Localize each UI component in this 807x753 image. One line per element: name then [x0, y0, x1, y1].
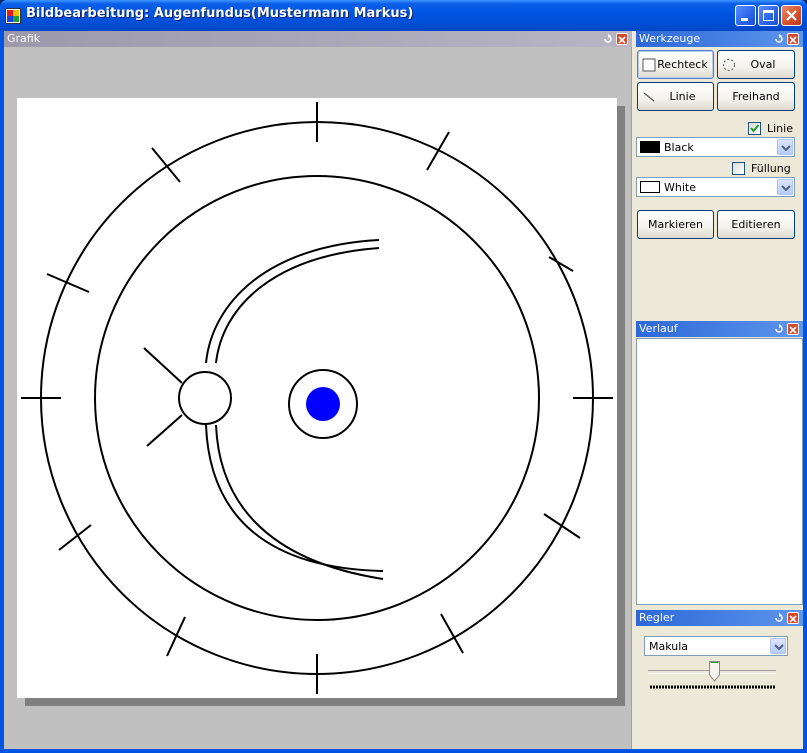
application-window: Bildbearbeitung: Augenfundus(Mustermann …: [0, 0, 807, 753]
oval-label: Oval: [750, 58, 776, 71]
fill-color-swatch: [640, 181, 660, 193]
werkzeuge-pane-close-button[interactable]: [787, 33, 799, 45]
regler-select[interactable]: Makula: [644, 636, 788, 656]
fill-color-dropdown-button[interactable]: [777, 179, 793, 195]
maximize-button[interactable]: [758, 5, 779, 26]
grafik-pane-close-button[interactable]: [616, 33, 628, 45]
fuellung-checkbox[interactable]: [732, 162, 745, 175]
pane-restore-icon[interactable]: [773, 323, 785, 335]
chevron-down-icon: [781, 185, 791, 191]
drawing-canvas[interactable]: [17, 98, 617, 698]
fill-color-value: White: [664, 181, 696, 194]
werkzeuge-pane-header: Werkzeuge: [636, 31, 803, 47]
window-title: Bildbearbeitung: Augenfundus(Mustermann …: [26, 6, 414, 21]
line-color-swatch: [640, 141, 660, 153]
linie-checkbox-label: Linie: [767, 122, 793, 135]
rechteck-label: Rechteck: [657, 58, 708, 71]
verlauf-list[interactable]: [636, 338, 803, 605]
fill-color-select[interactable]: White: [636, 177, 795, 197]
linie-checkbox[interactable]: [748, 122, 761, 135]
pane-close-icon: [789, 615, 797, 623]
regler-pane-close-button[interactable]: [787, 612, 799, 624]
close-icon: [786, 10, 797, 21]
pane-restore-icon[interactable]: [773, 33, 785, 45]
minimize-icon: [741, 18, 748, 21]
linie-label: Linie: [669, 90, 696, 103]
fundus-drawing[interactable]: [17, 98, 617, 698]
grafik-area: [4, 47, 632, 749]
chevron-down-icon: [781, 145, 791, 151]
macula[interactable]: [306, 387, 340, 421]
pane-restore-icon[interactable]: [602, 33, 614, 45]
regler-slider-thumb[interactable]: [708, 661, 720, 682]
oval-icon: [723, 59, 735, 71]
freihand-tool-button[interactable]: Freihand: [717, 82, 795, 111]
pane-close-icon: [789, 326, 797, 334]
title-bar[interactable]: Bildbearbeitung: Augenfundus(Mustermann …: [0, 0, 807, 31]
verlauf-pane-header: Verlauf: [636, 321, 803, 337]
grafik-pane-title: Grafik: [7, 32, 41, 45]
markieren-label: Markieren: [648, 218, 703, 231]
editieren-label: Editieren: [731, 218, 781, 231]
app-icon: [5, 8, 21, 24]
markieren-button[interactable]: Markieren: [637, 210, 714, 239]
rectangle-icon: [642, 58, 656, 72]
pane-restore-icon[interactable]: [773, 612, 785, 624]
pane-close-icon: [618, 36, 626, 44]
checkmark-icon: [750, 124, 760, 133]
rechteck-tool-button[interactable]: Rechteck: [637, 50, 714, 79]
regler-select-value: Makula: [649, 640, 689, 653]
pane-close-icon: [789, 36, 797, 44]
chevron-down-icon: [774, 644, 784, 650]
maximize-icon: [763, 10, 774, 21]
editieren-button[interactable]: Editieren: [717, 210, 795, 239]
oval-tool-button[interactable]: Oval: [717, 50, 795, 79]
regler-pane-header: Regler: [636, 610, 803, 626]
verlauf-pane-close-button[interactable]: [787, 323, 799, 335]
line-color-value: Black: [664, 141, 694, 154]
optic-disc[interactable]: [178, 371, 232, 425]
line-icon: [643, 92, 655, 102]
freihand-label: Freihand: [732, 90, 780, 103]
regler-dropdown-button[interactable]: [770, 638, 786, 654]
regler-pane-title: Regler: [639, 611, 675, 624]
optic-nerve-lines: [143, 347, 183, 447]
line-color-dropdown-button[interactable]: [777, 139, 793, 155]
werkzeuge-pane-title: Werkzeuge: [639, 32, 701, 45]
fuellung-checkbox-label: Füllung: [751, 162, 791, 175]
verlauf-pane-title: Verlauf: [639, 322, 678, 335]
linie-tool-button[interactable]: Linie: [637, 82, 714, 111]
minimize-button[interactable]: [735, 5, 756, 26]
grafik-pane-header: Grafik: [4, 31, 632, 47]
line-color-select[interactable]: Black: [636, 137, 795, 157]
regler-slider-ticks: [650, 685, 776, 689]
close-button[interactable]: [781, 5, 802, 26]
